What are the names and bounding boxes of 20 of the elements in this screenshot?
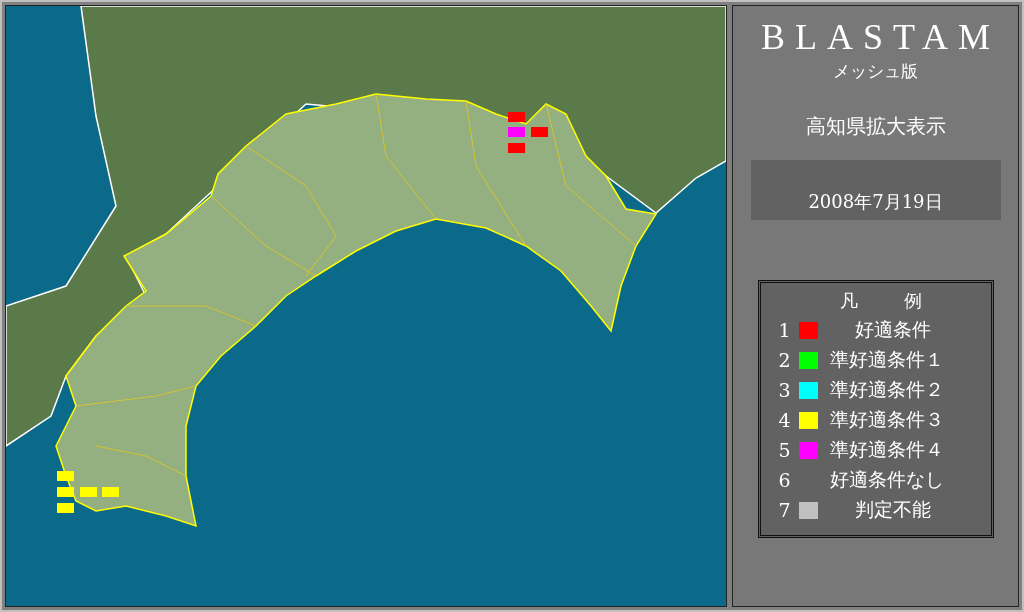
legend-label: 準好適条件３ bbox=[829, 407, 944, 432]
app-title: BLASTAM bbox=[759, 16, 1001, 58]
legend-label: 好適条件 bbox=[854, 317, 931, 342]
legend-title: 凡 bbox=[839, 289, 858, 313]
legend-number: 2 bbox=[778, 349, 792, 371]
app-subtitle: メッシュ版 bbox=[833, 60, 918, 83]
legend-number: 4 bbox=[778, 409, 792, 431]
legend-label: 判定不能 bbox=[854, 497, 931, 522]
legend-title: 例 bbox=[903, 289, 922, 313]
view-label: 高知県拡大表示 bbox=[805, 113, 946, 140]
legend-label: 好適条件なし bbox=[829, 467, 944, 492]
legend-number: 3 bbox=[778, 379, 792, 401]
legend-number: 1 bbox=[778, 319, 792, 341]
date-display: 2008年7月19日 bbox=[750, 160, 1001, 220]
legend-label: 準好適条件１ bbox=[829, 347, 944, 372]
legend-label: 準好適条件４ bbox=[829, 437, 944, 462]
legend-label: 準好適条件２ bbox=[829, 377, 944, 402]
legend-number: 7 bbox=[778, 499, 792, 521]
legend-number: 6 bbox=[778, 469, 792, 491]
legend-number: 5 bbox=[778, 439, 792, 461]
